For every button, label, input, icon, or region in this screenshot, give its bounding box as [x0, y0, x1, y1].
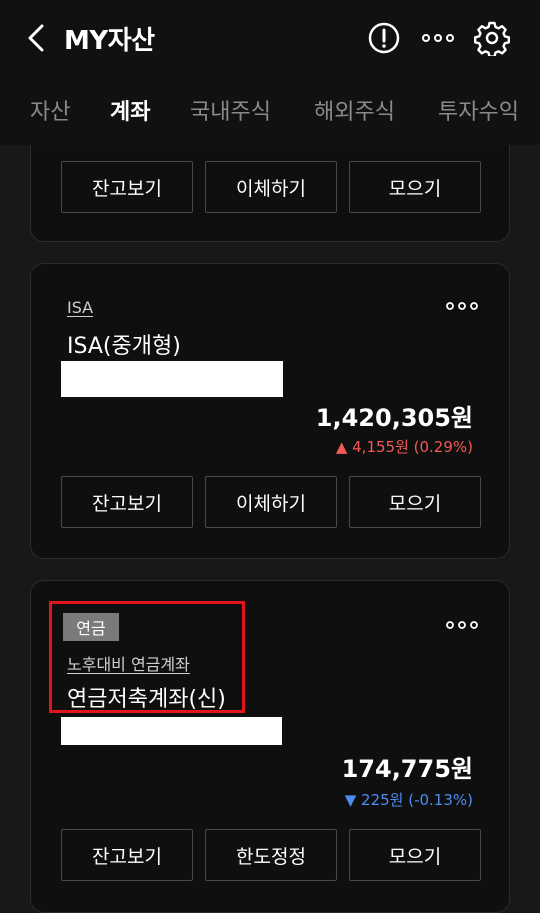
tab-bar: 자산 계좌 국내주식 해외주식 투자수익	[0, 84, 540, 134]
card-more-button[interactable]	[445, 296, 479, 316]
card-1-button-row: 잔고보기 이체하기 모으기	[61, 161, 481, 213]
transfer-button[interactable]: 이체하기	[205, 476, 337, 528]
masked-account-number	[61, 361, 283, 397]
more-menu-button[interactable]	[420, 20, 456, 56]
tab-accounts[interactable]: 계좌	[110, 94, 150, 126]
account-name: ISA(중개형)	[67, 334, 181, 359]
settings-button[interactable]	[474, 20, 510, 58]
account-card-pension: 연금 노후대비 연금계좌 연금저축계좌(신) 174,775원 ▼ 225원 (…	[30, 580, 510, 913]
account-balance: 174,775원	[341, 755, 473, 783]
balance-change: ▼ 225원 (-0.13%)	[344, 791, 473, 809]
account-balance: 1,420,305원	[315, 404, 473, 432]
gear-icon	[474, 21, 510, 58]
view-balance-button[interactable]: 잔고보기	[61, 829, 193, 881]
back-chevron-icon	[28, 24, 44, 52]
tab-foreign-stocks[interactable]: 해외주식	[314, 94, 395, 126]
collect-button[interactable]: 모으기	[349, 476, 481, 528]
limit-adjust-button[interactable]: 한도정정	[205, 829, 337, 881]
masked-account-number	[61, 717, 282, 745]
back-button[interactable]	[24, 22, 52, 54]
more-horizontal-icon	[446, 621, 478, 629]
card-more-button[interactable]	[445, 615, 479, 635]
tab-assets[interactable]: 자산	[30, 94, 70, 126]
account-type-link[interactable]: ISA	[67, 298, 93, 317]
tab-investment-returns[interactable]: 투자수익	[438, 94, 519, 126]
top-bar: MY자산	[0, 0, 540, 76]
card-pension-button-row: 잔고보기 한도정정 모으기	[61, 829, 481, 881]
balance-change: ▲ 4,155원 (0.29%)	[335, 438, 473, 456]
tab-domestic-stocks[interactable]: 국내주식	[190, 94, 271, 126]
collect-button[interactable]: 모으기	[349, 829, 481, 881]
app-header: MY자산 자산 계좌 국내주식 해외주식 투자수익	[0, 0, 540, 145]
view-balance-button[interactable]: 잔고보기	[61, 161, 193, 213]
account-card-isa: ISA ISA(중개형) 1,420,305원 ▲ 4,155원 (0.29%)…	[30, 263, 510, 559]
card-isa-button-row: 잔고보기 이체하기 모으기	[61, 476, 481, 528]
alert-button[interactable]	[366, 20, 402, 56]
view-balance-button[interactable]: 잔고보기	[61, 476, 193, 528]
transfer-button[interactable]: 이체하기	[205, 161, 337, 213]
alert-circle-icon	[368, 22, 400, 54]
highlight-box	[49, 601, 245, 713]
page-title: MY자산	[64, 26, 155, 56]
more-horizontal-icon	[422, 34, 454, 42]
collect-button[interactable]: 모으기	[349, 161, 481, 213]
more-horizontal-icon	[446, 302, 478, 310]
